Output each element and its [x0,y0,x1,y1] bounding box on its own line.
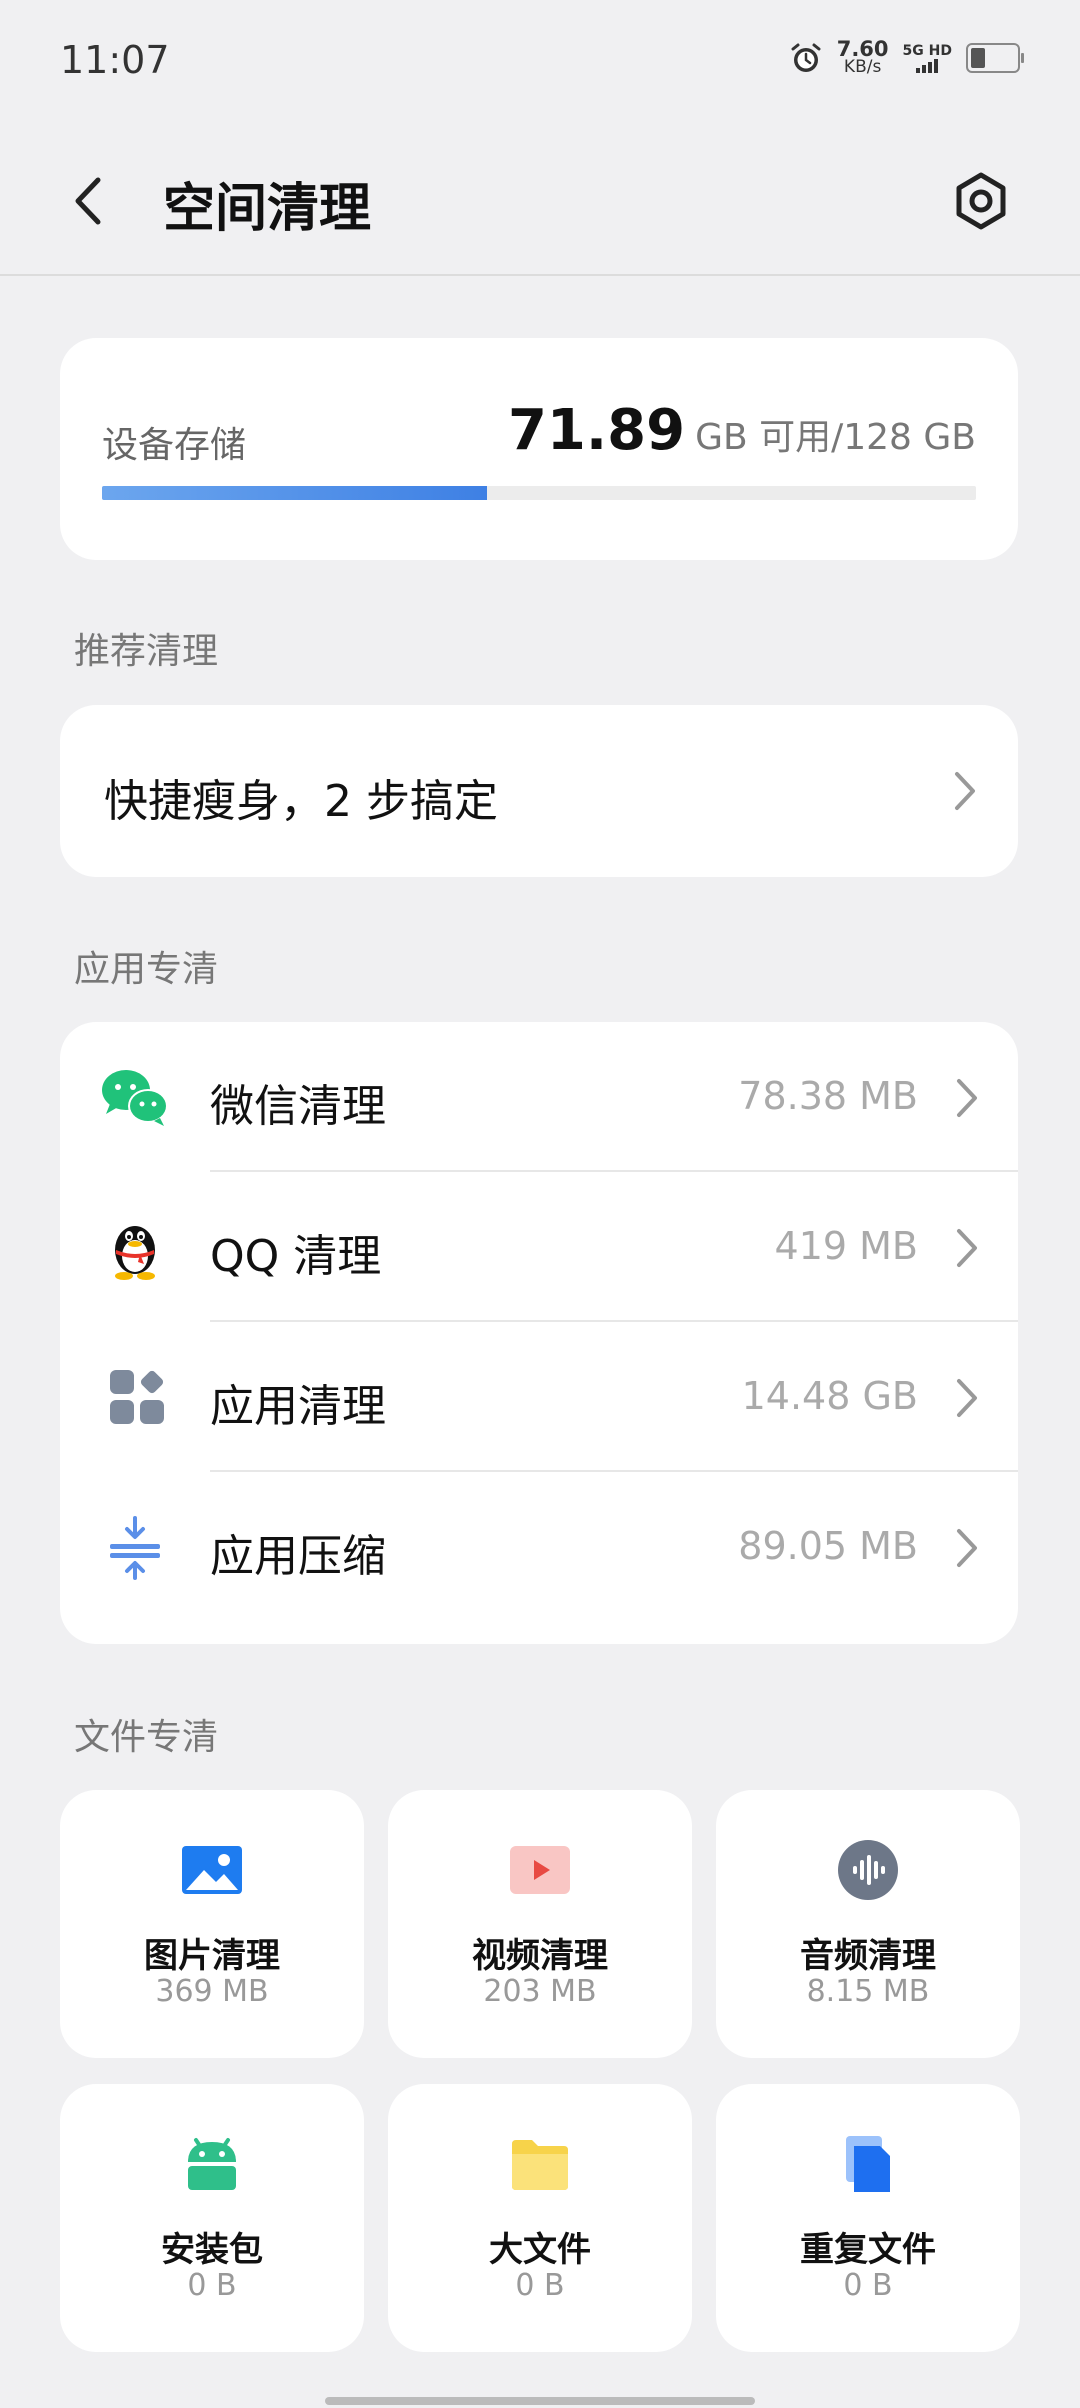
alarm-icon [791,43,821,72]
page-title: 空间清理 [163,179,372,239]
status-bar: 11:07 7.60 KB/s 5G HD [0,0,1080,128]
tile-name: 图片清理 [144,1936,280,1976]
section-title-recommend: 推荐清理 [74,631,219,672]
tile-name: 重复文件 [800,2230,936,2270]
tile-video-clean[interactable]: 视频清理 203 MB [388,1790,692,2058]
battery-level [971,48,985,68]
apps-grid-icon [110,1370,164,1424]
duplicate-file-icon [846,2136,890,2192]
tile-name: 音频清理 [800,1936,936,1976]
storage-value: 71.89 GB 可用/128 GB [508,398,976,463]
status-icons: 7.60 KB/s 5G HD [789,37,1024,77]
app-name: 应用压缩 [210,1531,386,1582]
video-icon [510,1846,570,1894]
signal: 5G HD [903,43,952,73]
tile-size: 0 B [187,2268,237,2303]
app-size: 419 MB [774,1224,918,1268]
tile-name: 安装包 [161,2230,263,2270]
list-item-qq-clean[interactable]: QQ 清理 419 MB [60,1172,1018,1322]
list-item-app-compress[interactable]: 应用压缩 89.05 MB [60,1472,1018,1622]
wechat-icon [102,1070,168,1126]
tile-name: 视频清理 [472,1936,608,1976]
settings-button[interactable] [938,158,1024,244]
back-button[interactable] [60,166,120,236]
tile-audio-clean[interactable]: 音频清理 8.15 MB [716,1790,1020,2058]
signal-bars-icon [916,59,939,73]
tile-apk-clean[interactable]: 安装包 0 B [60,2084,364,2352]
network-type: 5G HD [902,43,952,59]
compress-icon [110,1516,160,1580]
tile-image-clean[interactable]: 图片清理 369 MB [60,1790,364,2058]
tile-size: 0 B [843,2268,893,2303]
app-size: 78.38 MB [738,1074,918,1118]
app-name: QQ 清理 [210,1231,382,1282]
chevron-right-icon [957,1229,977,1267]
section-title-file-clean: 文件专清 [74,1717,219,1758]
storage-available: 71.89 [507,398,686,463]
app-size: 89.05 MB [738,1524,918,1568]
status-time: 11:07 [60,38,170,82]
app-name: 微信清理 [210,1081,386,1132]
android-icon [188,2138,236,2190]
tile-size: 203 MB [483,1974,597,2009]
tile-size: 8.15 MB [806,1974,930,2009]
chevron-right-icon [957,1379,977,1417]
net-speed-value: 7.60 [836,37,889,61]
app-name: 应用清理 [210,1381,386,1432]
storage-unit: GB 可用/128 GB [695,417,976,458]
chevron-right-icon [955,772,975,810]
storage-card: 设备存储 71.89 GB 可用/128 GB [60,338,1018,560]
tile-size: 0 B [515,2268,565,2303]
tile-duplicate-file-clean[interactable]: 重复文件 0 B [716,2084,1020,2352]
storage-progress-fill [102,486,487,500]
net-speed-unit: KB/s [843,57,882,77]
qq-icon [115,1226,155,1280]
audio-icon [838,1840,898,1900]
quick-slim-card[interactable]: 快捷瘦身，2 步搞定 [60,705,1018,877]
image-icon [182,1846,242,1894]
folder-icon [512,2140,568,2190]
list-item-app-clean[interactable]: 应用清理 14.48 GB [60,1322,1018,1472]
app-clean-card: 微信清理 78.38 MB QQ 清理 419 MB 应用清理 14.48 GB [60,1022,1018,1644]
tile-large-file-clean[interactable]: 大文件 0 B [388,2084,692,2352]
home-indicator[interactable] [325,2397,755,2405]
net-speed: 7.60 KB/s [836,37,889,77]
section-title-app-clean: 应用专清 [74,949,219,990]
quick-slim-label: 快捷瘦身，2 步搞定 [104,776,498,827]
tile-size: 369 MB [155,1974,269,2009]
app-header: 空间清理 [0,128,1080,276]
storage-label: 设备存储 [102,425,247,466]
chevron-right-icon [957,1079,977,1117]
app-size: 14.48 GB [741,1374,918,1418]
battery-icon [966,43,1024,73]
storage-progress-track [102,486,976,500]
tile-name: 大文件 [489,2230,591,2270]
chevron-right-icon [957,1529,977,1567]
list-item-wechat-clean[interactable]: 微信清理 78.38 MB [60,1022,1018,1172]
